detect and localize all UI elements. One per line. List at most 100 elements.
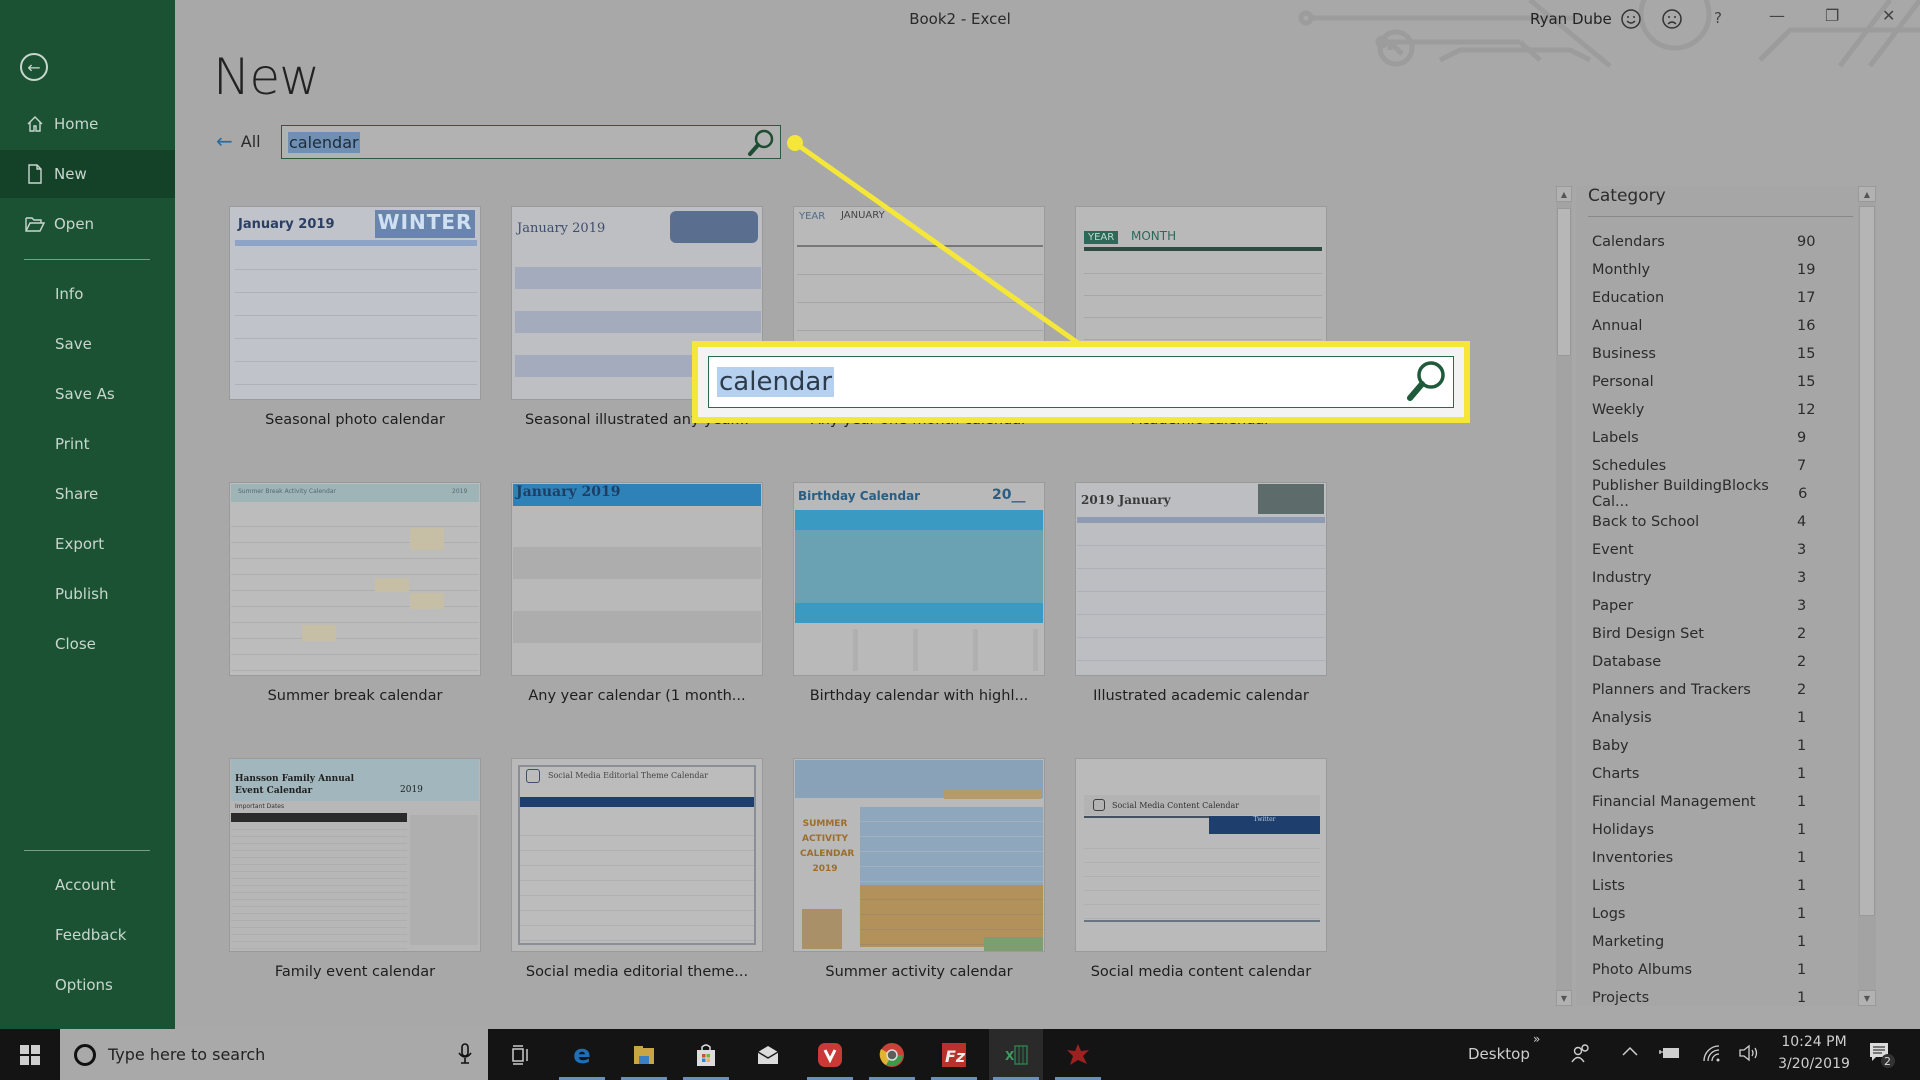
minimize-button[interactable]: — bbox=[1769, 6, 1785, 25]
category-item[interactable]: Annual 16 bbox=[1592, 312, 1817, 340]
taskbar-search-box[interactable]: Type here to search bbox=[60, 1029, 488, 1080]
category-label: Back to School bbox=[1592, 514, 1700, 530]
category-item[interactable]: Database 2 bbox=[1592, 648, 1817, 676]
start-button[interactable] bbox=[0, 1029, 60, 1080]
filezilla-icon: Fz bbox=[942, 1042, 966, 1067]
sidebar-item-save-as[interactable]: Save As bbox=[0, 370, 175, 418]
category-count: 7 bbox=[1797, 458, 1807, 474]
wifi-icon[interactable] bbox=[1701, 1043, 1721, 1067]
category-item[interactable]: Back to School 4 bbox=[1592, 508, 1817, 536]
category-count: 15 bbox=[1797, 346, 1816, 362]
taskbar-app-chrome[interactable] bbox=[865, 1029, 919, 1080]
category-label: Photo Albums bbox=[1592, 962, 1692, 978]
show-hidden-icons-chevron-icon[interactable] bbox=[1621, 1043, 1639, 1065]
sidebar-item-options[interactable]: Options bbox=[0, 961, 175, 1009]
category-label: Planners and Trackers bbox=[1592, 682, 1751, 698]
scroll-up-icon[interactable]: ▲ bbox=[1556, 186, 1572, 202]
frown-icon[interactable] bbox=[1661, 8, 1683, 35]
category-item[interactable]: Monthly 19 bbox=[1592, 256, 1817, 284]
folder-icon bbox=[634, 1045, 654, 1064]
clock-time[interactable]: 10:24 PM bbox=[1779, 1034, 1849, 1050]
category-item[interactable]: Photo Albums 1 bbox=[1592, 956, 1817, 984]
taskbar-app-mail[interactable] bbox=[741, 1029, 795, 1080]
sidebar-item-account[interactable]: Account bbox=[0, 861, 175, 909]
help-button[interactable]: ? bbox=[1714, 9, 1722, 27]
sidebar-item-share[interactable]: Share bbox=[0, 470, 175, 518]
sidebar-item-print[interactable]: Print bbox=[0, 420, 175, 468]
template-thumbnail: Hansson Family Annual Event Calendar 201… bbox=[229, 758, 481, 952]
category-item[interactable]: Bird Design Set 2 bbox=[1592, 620, 1817, 648]
back-arrow-icon: ← bbox=[216, 129, 233, 153]
taskbar-app-vivaldi[interactable] bbox=[803, 1029, 857, 1080]
battery-icon[interactable] bbox=[1659, 1045, 1681, 1065]
category-item[interactable]: Business 15 bbox=[1592, 340, 1817, 368]
category-item[interactable]: Baby 1 bbox=[1592, 732, 1817, 760]
toolbar-overflow-icon[interactable]: » bbox=[1533, 1032, 1540, 1046]
category-item[interactable]: Projects 1 bbox=[1592, 984, 1817, 1012]
restore-button[interactable]: ❐ bbox=[1825, 6, 1839, 25]
category-count: 2 bbox=[1797, 682, 1807, 698]
taskbar-app-store[interactable] bbox=[679, 1029, 733, 1080]
category-item[interactable]: Lists 1 bbox=[1592, 872, 1817, 900]
desktop-toolbar-label[interactable]: Desktop bbox=[1468, 1045, 1530, 1063]
category-item[interactable]: Planners and Trackers 2 bbox=[1592, 676, 1817, 704]
taskbar-app-edge[interactable]: e bbox=[555, 1029, 609, 1080]
category-item[interactable]: Schedules 7 bbox=[1592, 452, 1817, 480]
category-item[interactable]: Publisher BuildingBlocks Cal... 6 bbox=[1592, 478, 1817, 510]
sidebar-item-export[interactable]: Export bbox=[0, 520, 175, 568]
category-item[interactable]: Inventories 1 bbox=[1592, 844, 1817, 872]
sidebar-item-new[interactable]: New bbox=[0, 150, 175, 198]
taskbar-app-filezilla[interactable]: Fz bbox=[927, 1029, 981, 1080]
template-search-input[interactable]: calendar bbox=[281, 125, 781, 159]
close-button[interactable]: ✕ bbox=[1882, 6, 1895, 25]
sidebar-item-publish[interactable]: Publish bbox=[0, 570, 175, 618]
template-thumbnail: Social Media Content Calendar Twitter bbox=[1075, 758, 1327, 952]
category-item[interactable]: Education 17 bbox=[1592, 284, 1817, 312]
sidebar-item-home[interactable]: Home bbox=[0, 100, 175, 148]
category-item[interactable]: Analysis 1 bbox=[1592, 704, 1817, 732]
category-item[interactable]: Weekly 12 bbox=[1592, 396, 1817, 424]
category-count: 1 bbox=[1797, 990, 1807, 1006]
taskbar-app-red[interactable] bbox=[1051, 1029, 1105, 1080]
templates-scrollbar[interactable]: ▲ ▼ bbox=[1556, 186, 1572, 1006]
category-item[interactable]: Financial Management 1 bbox=[1592, 788, 1817, 816]
sidebar-item-open[interactable]: Open bbox=[0, 200, 175, 248]
scroll-down-icon[interactable]: ▼ bbox=[1858, 990, 1876, 1006]
category-item[interactable]: Labels 9 bbox=[1592, 424, 1817, 452]
microphone-icon[interactable] bbox=[458, 1043, 472, 1069]
smile-icon[interactable] bbox=[1620, 8, 1642, 35]
search-icon[interactable] bbox=[746, 128, 776, 162]
category-item[interactable]: Event 3 bbox=[1592, 536, 1817, 564]
scroll-up-icon[interactable]: ▲ bbox=[1858, 186, 1876, 202]
category-item[interactable]: Marketing 1 bbox=[1592, 928, 1817, 956]
category-item[interactable]: Industry 3 bbox=[1592, 564, 1817, 592]
template-thumbnail: 2019 January bbox=[1075, 482, 1327, 676]
sidebar-item-close[interactable]: Close bbox=[0, 620, 175, 668]
volume-icon[interactable] bbox=[1738, 1043, 1760, 1067]
category-item[interactable]: Logs 1 bbox=[1592, 900, 1817, 928]
action-center-icon[interactable] bbox=[1868, 1041, 1896, 1073]
category-label: Baby bbox=[1592, 738, 1629, 754]
task-view-button[interactable] bbox=[493, 1029, 547, 1080]
back-button[interactable]: ← bbox=[20, 53, 48, 81]
category-label: Industry bbox=[1592, 570, 1652, 586]
category-item[interactable]: Personal 15 bbox=[1592, 368, 1817, 396]
clock-date[interactable]: 3/20/2019 bbox=[1775, 1056, 1853, 1072]
category-item[interactable]: Calendars 90 bbox=[1592, 228, 1817, 256]
scrollbar-thumb[interactable] bbox=[1557, 208, 1571, 356]
category-label: Database bbox=[1592, 654, 1662, 670]
taskbar-app-excel[interactable]: X bbox=[989, 1029, 1043, 1080]
all-templates-link[interactable]: ← All bbox=[216, 129, 261, 153]
category-scrollbar[interactable]: ▲ ▼ bbox=[1858, 186, 1876, 1006]
category-item[interactable]: Charts 1 bbox=[1592, 760, 1817, 788]
taskbar-app-file-explorer[interactable] bbox=[617, 1029, 671, 1080]
scroll-down-icon[interactable]: ▼ bbox=[1556, 990, 1572, 1006]
category-item[interactable]: Paper 3 bbox=[1592, 592, 1817, 620]
scrollbar-thumb[interactable] bbox=[1859, 206, 1875, 916]
category-item[interactable]: Holidays 1 bbox=[1592, 816, 1817, 844]
people-icon[interactable] bbox=[1570, 1043, 1592, 1069]
sidebar-item-save[interactable]: Save bbox=[0, 320, 175, 368]
sidebar-item-feedback[interactable]: Feedback bbox=[0, 911, 175, 959]
user-name[interactable]: Ryan Dube bbox=[1530, 10, 1612, 28]
sidebar-item-info[interactable]: Info bbox=[0, 270, 175, 318]
